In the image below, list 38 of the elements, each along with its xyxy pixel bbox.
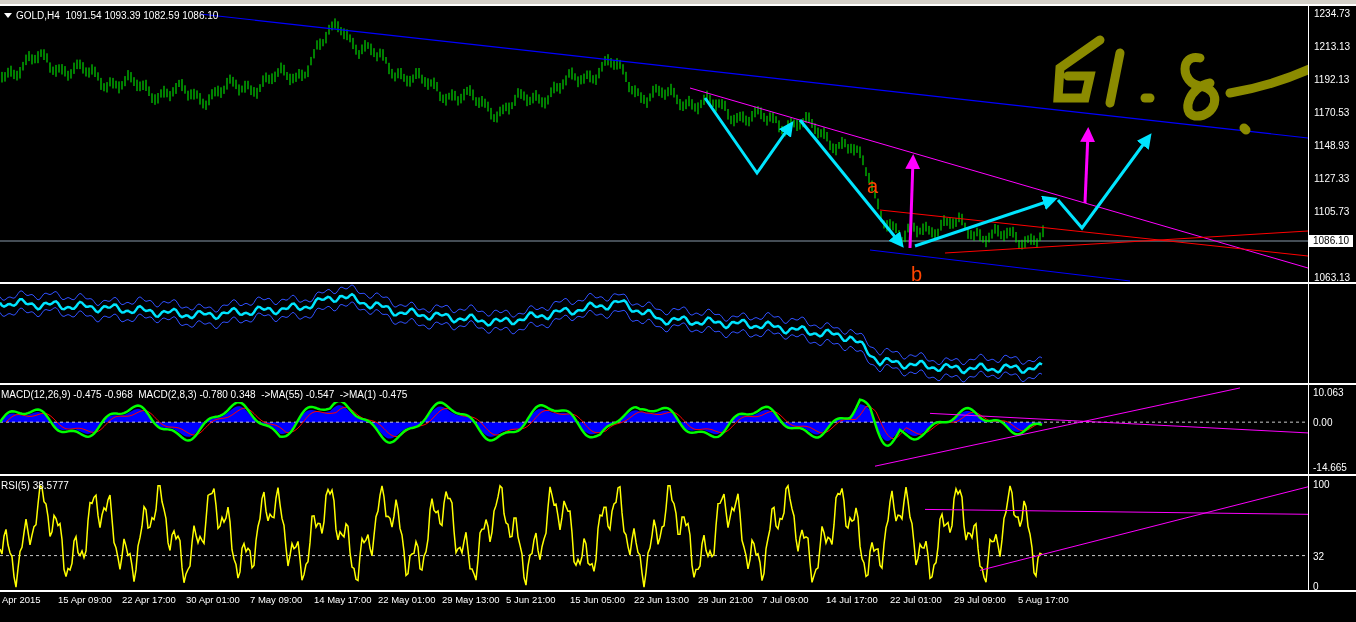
time-tick: 7 Jul 09:00: [762, 594, 810, 606]
price-tick: 1148.93: [1313, 140, 1351, 152]
time-tick: 14 Jul 17:00: [826, 594, 879, 606]
chart-header: GOLD,H4 1091.54 1093.39 1082.59 1086.10: [16, 9, 219, 23]
time-tick: 29 Jul 09:00: [954, 594, 1007, 606]
time-tick: 22 May 01:00: [378, 594, 437, 606]
rsi-tick: 0: [1313, 581, 1320, 593]
wave-label: b: [911, 264, 923, 282]
time-tick: Apr 2015: [1, 594, 42, 606]
time-tick: 5 Aug 17:00: [1018, 594, 1070, 606]
time-tick: 7 May 09:00: [250, 594, 304, 606]
macd-tick: -14.665: [1313, 462, 1348, 474]
time-tick: 15 Apr 09:00: [58, 594, 113, 606]
time-tick: 29 Jun 21:00: [698, 594, 754, 606]
time-tick: 5 Jun 21:00: [506, 594, 557, 606]
time-tick: 22 Apr 17:00: [122, 594, 177, 606]
time-tick: 29 May 13:00: [442, 594, 501, 606]
time-tick: 22 Jul 01:00: [890, 594, 943, 606]
price-tick: 1063.13: [1313, 272, 1352, 284]
menu-triangle-icon[interactable]: [4, 13, 12, 18]
time-tick: 22 Jun 13:00: [634, 594, 690, 606]
rsi-tick: 100: [1313, 479, 1331, 491]
time-tick: 14 May 17:00: [314, 594, 373, 606]
rsi-label: RSI(5) 38.5777: [1, 479, 69, 493]
rsi-tick: 32: [1313, 551, 1326, 563]
wave-label: a: [867, 176, 879, 196]
price-tick: 1127.33: [1313, 173, 1351, 185]
macd-label: MACD(12,26,9) -0.475 -0.968 MACD(2,8,3) -0.780 0.348 ->MA(55) -0.547 ->MA(1) -0.475: [1, 387, 408, 402]
current-price-label: 1086.10: [1309, 235, 1354, 247]
price-tick: 1105.73: [1313, 206, 1351, 218]
price-tick: 1234.73: [1313, 8, 1352, 20]
price-tick: 1170.53: [1313, 107, 1351, 119]
price-tick: 1213.13: [1313, 41, 1352, 53]
macd-tick: 0.00: [1313, 417, 1334, 429]
time-tick: 15 Jun 05:00: [570, 594, 626, 606]
time-tick: 30 Apr 01:00: [186, 594, 241, 606]
macd-tick: 10.063: [1313, 387, 1345, 399]
price-tick: 1192.13: [1313, 74, 1351, 86]
